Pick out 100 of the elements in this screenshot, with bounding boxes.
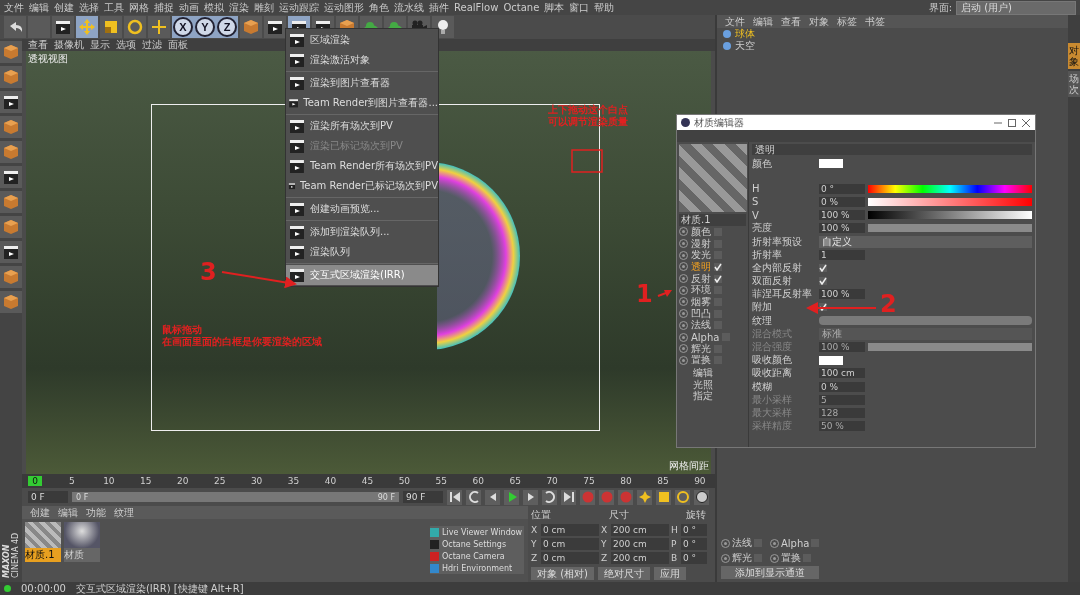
menu-item[interactable]: 创建 (30, 505, 50, 520)
rotate-icon[interactable] (675, 489, 690, 505)
frame-field[interactable]: 0 F (28, 491, 68, 503)
channel-label[interactable]: 反射 (691, 271, 711, 286)
channel-label[interactable]: 漫射 (691, 236, 711, 251)
skip-end-icon[interactable] (561, 489, 576, 505)
menu-item[interactable]: Hdri Environment (430, 562, 524, 574)
input-field[interactable]: 100 % (819, 210, 865, 221)
input-field[interactable]: 0 ° (681, 552, 707, 564)
next-frame-icon[interactable] (523, 489, 538, 505)
clapperboard-icon[interactable] (264, 16, 286, 38)
menu-item[interactable]: 添加到渲染队列... (286, 222, 438, 242)
menu-item[interactable]: 运动图形 (324, 0, 364, 15)
step-forward-icon[interactable] (542, 489, 557, 505)
menu-item[interactable]: 渲染激活对象 (286, 50, 438, 70)
dropdown[interactable]: 自定义 (819, 235, 1032, 248)
menu-item[interactable]: Octane (503, 2, 540, 13)
input-field[interactable]: 0 ° (819, 183, 865, 194)
play-icon[interactable] (504, 489, 519, 505)
scale-icon[interactable] (100, 16, 122, 38)
object-name[interactable]: 天空 (735, 39, 755, 53)
channel-label[interactable]: 法线 (691, 318, 711, 333)
input-field[interactable]: 200 cm (611, 538, 669, 550)
menu-item[interactable]: 创建 (54, 0, 74, 15)
input-field[interactable]: 200 cm (611, 524, 669, 536)
menu-item[interactable]: 功能 (86, 505, 106, 520)
checkbox[interactable] (714, 227, 722, 236)
menu-item[interactable]: 角色 (369, 0, 389, 15)
input-field[interactable]: 0 % (819, 381, 865, 392)
apply-button[interactable]: 应用 (654, 567, 686, 580)
color-gradient-bar[interactable] (868, 184, 1032, 193)
color-swatch[interactable] (819, 159, 843, 169)
menu-item[interactable]: 选项 (116, 38, 136, 52)
channel-label[interactable]: 辉光 (691, 341, 711, 356)
input-field[interactable]: 0 cm (541, 524, 599, 536)
material-swatch[interactable] (64, 522, 100, 548)
dropdown[interactable]: 对象 (相对) (531, 567, 594, 580)
clapperboard-icon[interactable] (0, 91, 22, 113)
frame-field[interactable]: 90 F (403, 491, 443, 503)
menu-item[interactable]: 创建动画预览... (286, 199, 438, 219)
cube-icon[interactable] (0, 291, 22, 313)
page-link[interactable]: 指定 (679, 389, 746, 401)
menu-item[interactable]: 工具 (104, 0, 124, 15)
menu-item[interactable]: 选择 (79, 0, 99, 15)
menu-item[interactable]: 运动跟踪 (279, 0, 319, 15)
clapperboard-icon[interactable] (0, 241, 22, 263)
add-button[interactable]: 添加到显示通道 (721, 566, 820, 579)
menu-item[interactable]: 动画 (179, 0, 199, 15)
material-swatch[interactable] (25, 522, 61, 548)
side-tab[interactable]: 对象 (1068, 43, 1080, 69)
menu-item[interactable]: 交互式区域渲染(IRR) (286, 265, 438, 285)
checkbox[interactable] (819, 303, 827, 312)
menu-item[interactable]: 编辑 (753, 14, 773, 29)
menu-item[interactable]: 捕捉 (154, 0, 174, 15)
input-field[interactable]: 0 % (819, 196, 865, 207)
input-field[interactable]: 100 % (819, 289, 865, 300)
step-back-icon[interactable] (466, 489, 481, 505)
menu-item[interactable]: Octane Camera (430, 550, 524, 562)
channel-label[interactable]: 颜色 (691, 224, 711, 239)
menu-item[interactable]: 流水线 (394, 0, 424, 15)
axis-button[interactable]: Z (217, 17, 237, 37)
checkbox[interactable] (819, 277, 827, 286)
slider-fill[interactable] (868, 224, 1032, 233)
menu-item[interactable]: 模拟 (204, 0, 224, 15)
menu-item[interactable]: 雕刻 (254, 0, 274, 15)
previous-frame-icon[interactable] (485, 489, 500, 505)
dropdown[interactable]: 绝对尺寸 (598, 567, 650, 580)
input-field[interactable]: 1 (819, 249, 865, 260)
menu-item[interactable]: 文件 (725, 14, 745, 29)
menu-item[interactable]: 渲染到图片查看器 (286, 73, 438, 93)
page-link[interactable]: 编辑 (679, 366, 746, 378)
menu-item[interactable]: Team Render到图片查看器... (286, 93, 438, 113)
menu-item[interactable]: 区域渲染 (286, 30, 438, 50)
input-field[interactable]: 0 cm (541, 552, 599, 564)
input-field[interactable]: 100 cm (819, 368, 865, 379)
checkbox[interactable] (819, 263, 827, 272)
menu-item[interactable]: Octane Settings (430, 538, 524, 550)
menu-item[interactable]: 帮助 (594, 0, 615, 15)
material-name[interactable]: 材质 (64, 548, 100, 562)
material-name[interactable]: 材质.1 (679, 214, 746, 226)
menu-item[interactable]: 对象 (809, 14, 829, 29)
cube-icon[interactable] (0, 41, 22, 63)
material-name[interactable]: 材质.1 (25, 548, 61, 562)
layout-dropdown[interactable]: 启动 (用户) (956, 0, 1076, 15)
menu-item[interactable]: 面板 (168, 38, 188, 52)
menu-item[interactable]: Team Render已标记场次到PV (286, 176, 438, 196)
menu-item[interactable]: 过滤 (142, 38, 162, 52)
scale-icon[interactable] (656, 489, 671, 505)
menu-item[interactable]: 编辑 (58, 505, 78, 520)
channel-label[interactable]: 凹凸 (691, 306, 711, 321)
menu-item[interactable]: 查看 (781, 14, 801, 29)
skip-start-icon[interactable] (447, 489, 462, 505)
axis-button[interactable]: X (173, 17, 193, 37)
circle-icon[interactable] (694, 489, 709, 505)
checkbox[interactable] (714, 274, 722, 283)
channel-label[interactable]: Alpha (691, 331, 720, 343)
menu-item[interactable]: 文件 (4, 0, 24, 15)
object-name[interactable]: 球体 (735, 27, 755, 41)
color-gradient-bar[interactable] (868, 211, 1032, 220)
plus-icon[interactable] (148, 16, 170, 38)
